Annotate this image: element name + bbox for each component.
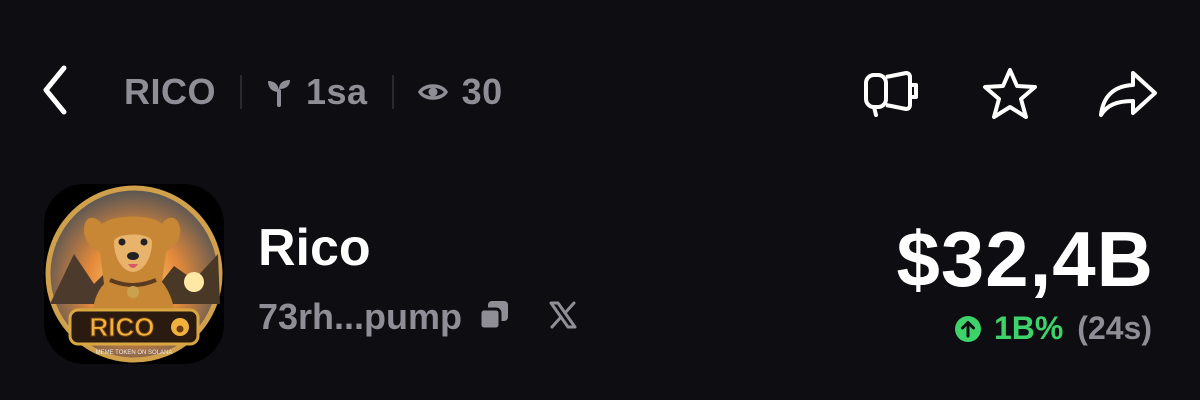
contract-address: 73rh...pump xyxy=(258,296,463,337)
chevron-left-icon xyxy=(43,65,67,115)
ticker-label: RICO xyxy=(124,71,216,112)
change-percent: 1B% xyxy=(993,310,1064,346)
star-icon xyxy=(983,68,1037,119)
token-name: Rico xyxy=(258,219,371,277)
x-link-button[interactable] xyxy=(548,300,578,335)
megaphone-icon xyxy=(864,71,918,117)
price-change: 1B% (24s) xyxy=(954,310,1152,347)
eye-icon xyxy=(417,84,448,100)
token-price: $32,4B xyxy=(896,215,1154,303)
age-label: 1sa xyxy=(306,71,368,112)
token-meta-bar: RICO 1sa 30 xyxy=(124,70,503,114)
svg-text:MEME TOKEN ON SOLANA: MEME TOKEN ON SOLANA xyxy=(96,350,173,356)
token-avatar: RICO MEME TOKEN ON SOLANA xyxy=(44,184,224,364)
svg-text:RICO: RICO xyxy=(90,312,155,342)
change-period: (24s) xyxy=(1077,310,1152,346)
announce-button[interactable] xyxy=(860,66,924,122)
token-logo: RICO MEME TOKEN ON SOLANA xyxy=(45,185,223,363)
views-count: 30 xyxy=(461,71,503,112)
share-button[interactable] xyxy=(1096,66,1160,122)
sprout-icon xyxy=(268,80,290,107)
divider xyxy=(240,75,242,109)
favorite-button[interactable] xyxy=(978,66,1042,122)
copy-address-button[interactable] xyxy=(476,297,512,338)
divider xyxy=(391,75,394,109)
copy-icon xyxy=(478,300,509,330)
share-arrow-icon xyxy=(1099,71,1157,117)
address-row: 73rh...pump xyxy=(258,296,578,338)
back-button[interactable] xyxy=(38,62,74,118)
header-actions xyxy=(860,66,1160,122)
x-logo-icon xyxy=(549,301,577,328)
arrow-up-circle-icon xyxy=(954,315,981,342)
